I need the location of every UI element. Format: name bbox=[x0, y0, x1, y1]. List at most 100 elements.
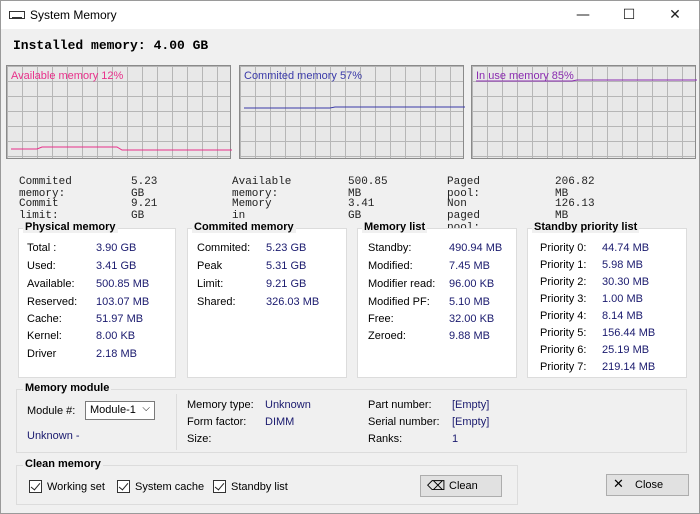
system-cache-checkbox[interactable] bbox=[117, 480, 130, 493]
physical-row-reserved: Reserved: 103.07 MB bbox=[27, 296, 183, 314]
commited-memory-value: 5.23 GB bbox=[131, 176, 158, 200]
memory-chip-icon bbox=[9, 11, 25, 19]
row-key: Priority 1: bbox=[540, 259, 587, 271]
in-use-memory-graph-label: In use memory 85% bbox=[476, 70, 574, 82]
non-paged-pool-value: 126.13 MB bbox=[555, 198, 595, 222]
system-cache-label: System cache bbox=[135, 481, 205, 493]
commited-row-commited: Commited: 5.23 GB bbox=[197, 242, 355, 260]
row-value: 5.10 MB bbox=[449, 296, 490, 308]
physical-row-available: Available: 500.85 MB bbox=[27, 278, 183, 296]
memlist-row-free: Free: 32.00 KB bbox=[368, 313, 526, 331]
working-set-checkbox[interactable] bbox=[29, 480, 42, 493]
row-key: Modified: bbox=[368, 260, 413, 272]
installed-memory-value: 4.00 GB bbox=[153, 38, 209, 53]
close-button[interactable]: ✕ Close bbox=[606, 474, 689, 496]
row-value: 25.19 MB bbox=[602, 344, 650, 356]
row-key: Priority 5: bbox=[540, 327, 587, 339]
form-factor-label: Form factor: bbox=[187, 416, 247, 428]
clean-button-label: Clean bbox=[449, 480, 478, 492]
part-number-label: Part number: bbox=[368, 399, 432, 411]
row-value: 5.23 GB bbox=[266, 242, 307, 254]
physical-row-cache: Cache: 51.97 MB bbox=[27, 313, 183, 331]
row-key: Zeroed: bbox=[368, 330, 406, 342]
commited-row-limit: Limit: 9.21 GB bbox=[197, 278, 355, 296]
available-memory-graph-label: Available memory 12% bbox=[11, 70, 124, 82]
standby-row-priority-2: Priority 2: 30.30 MB bbox=[540, 276, 698, 294]
system-memory-window: System Memory — ☐ ✕ Installed memory: 4.0… bbox=[0, 0, 700, 514]
close-window-button[interactable]: ✕ bbox=[652, 1, 698, 29]
row-key: Reserved: bbox=[27, 296, 78, 308]
maximize-button[interactable]: ☐ bbox=[606, 1, 652, 29]
row-key: Priority 7: bbox=[540, 361, 587, 373]
standby-row-priority-0: Priority 0: 44.74 MB bbox=[540, 242, 698, 260]
row-key: Limit: bbox=[197, 278, 224, 290]
serial-number-label: Serial number: bbox=[368, 416, 440, 428]
memlist-row-modified-pf: Modified PF: 5.10 MB bbox=[368, 296, 526, 314]
commited-row-shared: Shared: 326.03 MB bbox=[197, 296, 355, 314]
commited-memory-title: Commited memory bbox=[192, 221, 296, 233]
row-value: 9.21 GB bbox=[266, 278, 307, 290]
row-key: Priority 3: bbox=[540, 293, 587, 305]
module-select-value: Module-1 bbox=[90, 404, 136, 416]
standby-priority-title: Standby priority list bbox=[532, 221, 640, 233]
minimize-button[interactable]: — bbox=[560, 1, 606, 29]
commit-limit-value: 9.21 GB bbox=[131, 198, 158, 222]
memory-list-group: Memory list Standby: 490.94 MB Modified: 7… bbox=[357, 221, 517, 378]
row-value: 219.14 MB bbox=[602, 361, 656, 373]
clean-memory-group: Clean memory Working set System cache St… bbox=[16, 458, 518, 505]
standby-priority-group: Standby priority list Priority 0: 44.74 M… bbox=[527, 221, 687, 378]
row-key: Modifier read: bbox=[368, 278, 436, 290]
commit-limit-label: Commit limit: bbox=[19, 198, 59, 222]
row-value: 326.03 MB bbox=[266, 296, 320, 308]
row-value: 8.00 KB bbox=[96, 330, 136, 342]
row-value: 500.85 MB bbox=[96, 278, 150, 290]
row-key: Priority 2: bbox=[540, 276, 587, 288]
memory-type-label: Memory type: bbox=[187, 399, 254, 411]
row-value: 7.45 MB bbox=[449, 260, 490, 272]
standby-list-checkbox[interactable] bbox=[213, 480, 226, 493]
standby-row-priority-3: Priority 3: 1.00 MB bbox=[540, 293, 698, 311]
commited-memory-graph-label: Commited memory 57% bbox=[244, 70, 362, 82]
standby-row-priority-1: Priority 1: 5.98 MB bbox=[540, 259, 698, 277]
row-key: Priority 4: bbox=[540, 310, 587, 322]
row-key: Cache: bbox=[27, 313, 62, 325]
memory-module-title: Memory module bbox=[23, 382, 112, 394]
close-button-label: Close bbox=[635, 479, 664, 491]
module-select[interactable]: Module-1 ⌵ bbox=[85, 401, 155, 420]
working-set-label: Working set bbox=[47, 481, 105, 493]
standby-row-priority-6: Priority 6: 25.19 MB bbox=[540, 344, 698, 362]
row-value: 32.00 KB bbox=[449, 313, 495, 325]
row-key: Modified PF: bbox=[368, 296, 430, 308]
physical-row-kernel: Kernel: 8.00 KB bbox=[27, 330, 183, 348]
standby-row-priority-5: Priority 5: 156.44 MB bbox=[540, 327, 698, 345]
commited-memory-label: Commited memory: bbox=[19, 176, 72, 200]
row-key: Shared: bbox=[197, 296, 236, 308]
row-value: 103.07 MB bbox=[96, 296, 150, 308]
available-memory-graph: Available memory 12% bbox=[6, 65, 232, 159]
memory-type-value: Unknown bbox=[265, 399, 311, 411]
row-key: Used: bbox=[27, 260, 56, 272]
physical-row-total: Total : 3.90 GB bbox=[27, 242, 183, 260]
available-memory-value: 500.85 MB bbox=[348, 176, 388, 200]
physical-memory-title: Physical memory bbox=[23, 221, 118, 233]
clean-button[interactable]: ⌫ Clean bbox=[420, 475, 502, 497]
memlist-row-modifier-read: Modifier read: 96.00 KB bbox=[368, 278, 526, 296]
row-key: Total : bbox=[27, 242, 57, 254]
standby-row-priority-7: Priority 7: 219.14 MB bbox=[540, 361, 698, 379]
row-value: 3.41 GB bbox=[96, 260, 137, 272]
clean-memory-title: Clean memory bbox=[23, 458, 103, 470]
paged-pool-value: 206.82 MB bbox=[555, 176, 595, 200]
chevron-down-icon: ⌵ bbox=[142, 403, 150, 414]
ranks-value: 1 bbox=[452, 433, 459, 445]
eraser-icon: ⌫ bbox=[427, 478, 446, 493]
commited-row-peak: Peak 5.31 GB bbox=[197, 260, 355, 278]
row-key: Free: bbox=[368, 313, 394, 325]
commited-memory-group: Commited memory Commited: 5.23 GB Peak 5.3… bbox=[187, 221, 347, 378]
module-number-label: Module #: bbox=[27, 405, 76, 417]
row-key: Driver bbox=[27, 348, 57, 360]
ranks-label: Ranks: bbox=[368, 433, 403, 445]
row-value: 5.31 GB bbox=[266, 260, 307, 272]
paged-pool-label: Paged pool: bbox=[447, 176, 481, 200]
row-value: 3.90 GB bbox=[96, 242, 137, 254]
memory-module-group: Memory module Module #: Module-1 ⌵ Unkno… bbox=[16, 382, 687, 453]
